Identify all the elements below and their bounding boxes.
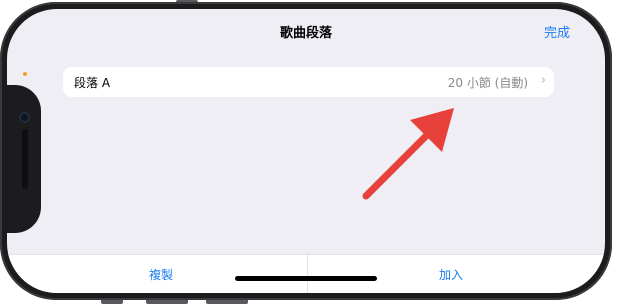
add-button[interactable]: 加入 [439, 266, 463, 283]
phone-frame: 歌曲段落 完成 段落 A 20 小節 (自動) › 複製 加入 [0, 2, 612, 300]
copy-button[interactable]: 複製 [149, 266, 173, 283]
page-title: 歌曲段落 [279, 26, 332, 41]
section-row[interactable]: 段落 A 20 小節 (自動) › [63, 67, 554, 97]
annotation-arrow-icon [362, 108, 454, 200]
toolbar-divider [307, 255, 308, 293]
done-button[interactable]: 完成 [544, 22, 570, 41]
screen: 歌曲段落 完成 段落 A 20 小節 (自動) › 複製 加入 [7, 9, 605, 293]
privacy-indicator-dot [23, 72, 27, 76]
chevron-right-icon: › [540, 73, 546, 88]
home-indicator[interactable] [235, 276, 377, 281]
section-length-value: 20 小節 (自動) [447, 76, 528, 90]
front-camera-icon [19, 112, 30, 123]
section-label: 段落 A [74, 76, 111, 90]
speaker-grille [22, 129, 28, 189]
camera-notch [7, 85, 41, 233]
bottom-toolbar: 複製 加入 [7, 254, 605, 293]
